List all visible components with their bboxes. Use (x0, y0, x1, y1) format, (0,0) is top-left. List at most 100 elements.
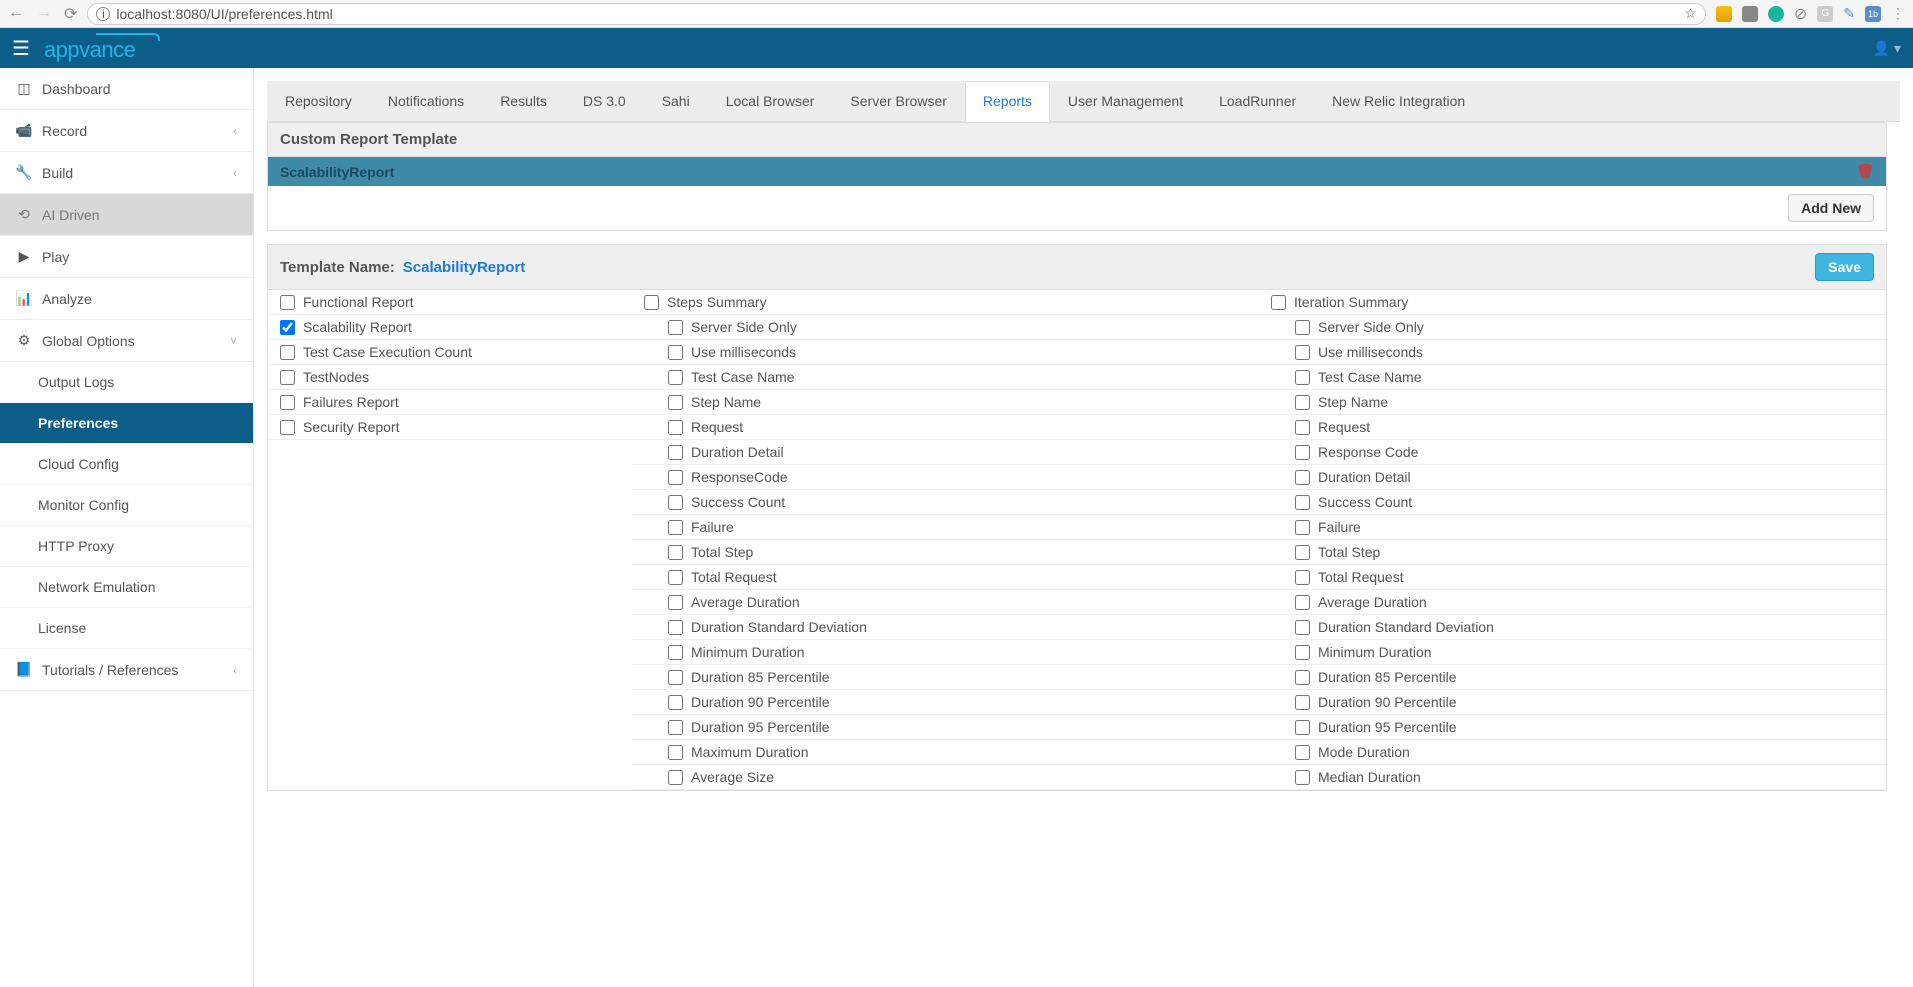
user-menu[interactable]: 👤 ▾ (1873, 40, 1901, 57)
tab-local-browser[interactable]: Local Browser (708, 81, 833, 121)
checkbox-failure[interactable] (668, 520, 683, 535)
checkbox-duration-85-percentile[interactable] (1295, 670, 1310, 685)
ext-icon-6[interactable]: ✎ (1843, 5, 1855, 22)
tab-user-management[interactable]: User Management (1050, 81, 1201, 121)
checkbox-median-duration[interactable] (1295, 770, 1310, 785)
checkbox-duration-95-percentile[interactable] (668, 720, 683, 735)
forward-icon[interactable]: → (36, 4, 52, 24)
tab-notifications[interactable]: Notifications (370, 81, 482, 121)
sidebar-subitem-output-logs[interactable]: Output Logs (0, 362, 253, 403)
checkbox-testnodes[interactable] (280, 370, 295, 385)
sidebar-subitem-preferences[interactable]: Preferences (0, 403, 253, 444)
checkbox-functional-report[interactable] (280, 295, 295, 310)
checkbox-duration-90-percentile[interactable] (1295, 695, 1310, 710)
checkbox-server-side-only[interactable] (1295, 320, 1310, 335)
checkbox-duration-standard-deviation[interactable] (668, 620, 683, 635)
template-name-value[interactable]: ScalabilityReport (403, 259, 526, 276)
ext-icon-1[interactable] (1716, 6, 1732, 22)
tab-loadrunner[interactable]: LoadRunner (1201, 81, 1314, 121)
checkbox-minimum-duration[interactable] (1295, 645, 1310, 660)
checkbox-iteration-summary[interactable] (1271, 295, 1286, 310)
logo[interactable]: appvance (44, 34, 135, 63)
add-new-button[interactable]: Add New (1788, 194, 1874, 222)
checkbox-step-name[interactable] (668, 395, 683, 410)
checkbox-mode-duration[interactable] (1295, 745, 1310, 760)
url-bar[interactable]: i localhost:8080/UI/preferences.html ☆ (87, 3, 1705, 25)
sidebar-subitem-license[interactable]: License (0, 608, 253, 649)
sidebar-item-global-options[interactable]: ⚙Global Options˅ (0, 320, 253, 362)
checkbox-security-report[interactable] (280, 420, 295, 435)
checkbox-server-side-only[interactable] (668, 320, 683, 335)
checkbox-row: ResponseCode (632, 465, 1259, 490)
checkbox-success-count[interactable] (668, 495, 683, 510)
ext-icon-2[interactable] (1742, 6, 1758, 22)
checkbox-average-duration[interactable] (1295, 595, 1310, 610)
checkbox-total-step[interactable] (668, 545, 683, 560)
tab-ds-30[interactable]: DS 3.0 (565, 81, 644, 121)
tab-repository[interactable]: Repository (267, 81, 370, 121)
hamburger-icon[interactable]: ☰ (12, 36, 30, 61)
wrench-icon: 🔧 (16, 164, 32, 181)
checkbox-step-name[interactable] (1295, 395, 1310, 410)
save-button[interactable]: Save (1815, 253, 1874, 281)
ext-icon-3[interactable] (1768, 6, 1784, 22)
checkbox-minimum-duration[interactable] (668, 645, 683, 660)
delete-icon[interactable]: 🗑 (1856, 163, 1874, 180)
checkbox-label: Duration 90 Percentile (691, 694, 830, 710)
sidebar-subitem-cloud-config[interactable]: Cloud Config (0, 444, 253, 485)
checkbox-test-case-execution-count[interactable] (280, 345, 295, 360)
checkbox-failures-report[interactable] (280, 395, 295, 410)
checkbox-duration-detail[interactable] (1295, 470, 1310, 485)
sidebar-item-dashboard[interactable]: ◫Dashboard (0, 68, 253, 110)
checkbox-response-code[interactable] (1295, 445, 1310, 460)
reload-icon[interactable]: ⟳ (64, 4, 77, 24)
checkbox-duration-standard-deviation[interactable] (1295, 620, 1310, 635)
back-icon[interactable]: ← (8, 4, 24, 24)
checkbox-duration-85-percentile[interactable] (668, 670, 683, 685)
checkbox-request[interactable] (668, 420, 683, 435)
browser-menu-icon[interactable]: ⋮ (1891, 5, 1905, 22)
sidebar-item-analyze[interactable]: 📊Analyze (0, 278, 253, 320)
star-icon[interactable]: ☆ (1684, 5, 1697, 22)
checkbox-responsecode[interactable] (668, 470, 683, 485)
checkbox-average-duration[interactable] (668, 595, 683, 610)
checkbox-test-case-name[interactable] (1295, 370, 1310, 385)
checkbox-success-count[interactable] (1295, 495, 1310, 510)
tab-server-browser[interactable]: Server Browser (832, 81, 964, 121)
checkbox-duration-95-percentile[interactable] (1295, 720, 1310, 735)
sidebar-item-play[interactable]: ▶Play (0, 236, 253, 278)
sidebar-item-record[interactable]: 📹Record‹ (0, 110, 253, 152)
sidebar-item-build[interactable]: 🔧Build‹ (0, 152, 253, 194)
sidebar-subitem-monitor-config[interactable]: Monitor Config (0, 485, 253, 526)
checkbox-total-request[interactable] (1295, 570, 1310, 585)
tab-new-relic-integration[interactable]: New Relic Integration (1314, 81, 1483, 121)
sidebar-item-tutorials[interactable]: 📘Tutorials / References‹ (0, 649, 253, 691)
tab-sahi[interactable]: Sahi (644, 81, 708, 121)
checkbox-total-request[interactable] (668, 570, 683, 585)
checkbox-use-milliseconds[interactable] (668, 345, 683, 360)
sidebar-item-ai-driven[interactable]: ⟲AI Driven (0, 194, 253, 236)
tab-reports[interactable]: Reports (965, 81, 1050, 122)
checkbox-use-milliseconds[interactable] (1295, 345, 1310, 360)
checkbox-steps-summary[interactable] (644, 295, 659, 310)
checkbox-total-step[interactable] (1295, 545, 1310, 560)
ext-icon-5[interactable]: G (1817, 6, 1833, 22)
checkbox-duration-90-percentile[interactable] (668, 695, 683, 710)
template-list-item[interactable]: ScalabilityReport 🗑 (268, 157, 1886, 186)
column-1: Functional ReportScalability ReportTest … (268, 290, 632, 790)
info-icon[interactable]: i (96, 7, 110, 21)
checkbox-scalability-report[interactable] (280, 320, 295, 335)
ext-icon-4[interactable]: ⊘ (1794, 4, 1807, 24)
checkbox-average-size[interactable] (668, 770, 683, 785)
sidebar-subitem-network-emulation[interactable]: Network Emulation (0, 567, 253, 608)
checkbox-duration-detail[interactable] (668, 445, 683, 460)
checkbox-maximum-duration[interactable] (668, 745, 683, 760)
sidebar-item-label: Record (42, 123, 87, 139)
checkbox-label: Total Step (691, 544, 753, 560)
sidebar-subitem-http-proxy[interactable]: HTTP Proxy (0, 526, 253, 567)
checkbox-failure[interactable] (1295, 520, 1310, 535)
checkbox-request[interactable] (1295, 420, 1310, 435)
tab-results[interactable]: Results (482, 81, 565, 121)
ext-icon-7[interactable]: 1b (1865, 6, 1881, 22)
checkbox-test-case-name[interactable] (668, 370, 683, 385)
